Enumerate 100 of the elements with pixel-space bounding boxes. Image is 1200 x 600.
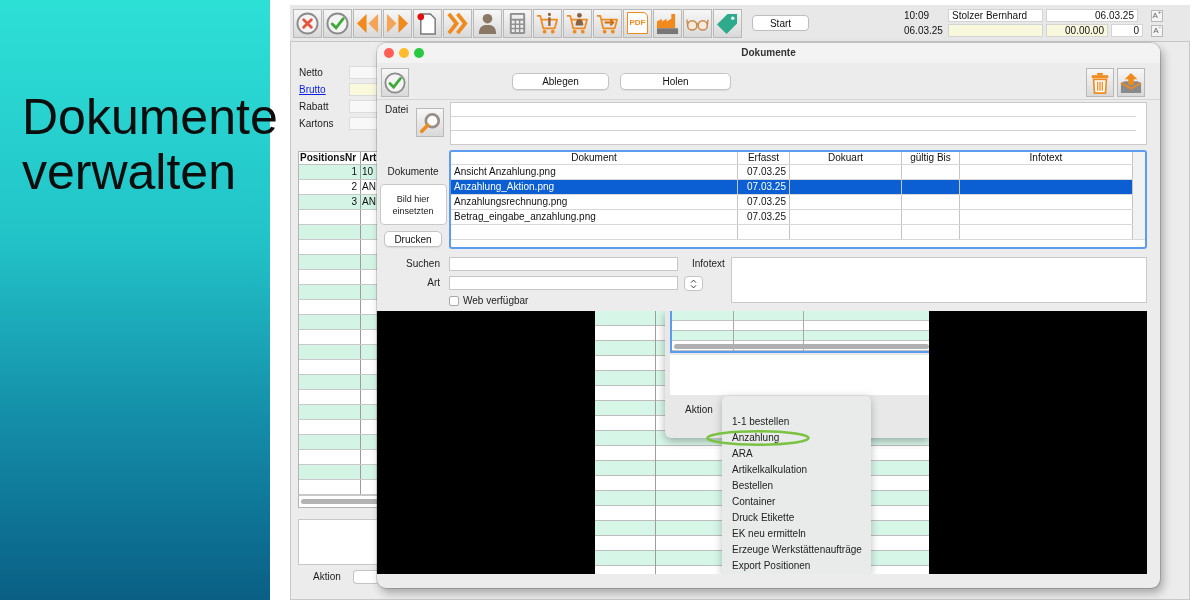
toolbar-button[interactable]	[713, 8, 742, 38]
table-row[interactable]	[299, 240, 377, 255]
start-button[interactable]: Start	[752, 15, 809, 31]
scrollbar-thumb[interactable]	[674, 344, 929, 349]
file-path-field[interactable]	[450, 102, 1147, 145]
menu-item[interactable]: Bestellen	[732, 478, 774, 494]
toolbar-button[interactable]	[683, 8, 712, 38]
maximize-icon[interactable]	[414, 48, 424, 58]
table-cell: 2	[299, 180, 361, 194]
table-row[interactable]	[299, 300, 377, 315]
table-cell: 07.03.25	[738, 180, 790, 194]
vertical-scrollbar[interactable]	[1133, 152, 1145, 240]
stepper-button[interactable]	[684, 276, 703, 291]
table-cell: AN	[361, 180, 377, 194]
table-row[interactable]	[299, 255, 377, 270]
table-row[interactable]	[299, 405, 377, 420]
person-icon	[476, 11, 499, 35]
table-row[interactable]	[299, 420, 377, 435]
trash-icon	[1089, 71, 1111, 94]
count-field[interactable]: 0	[1111, 24, 1143, 37]
print-button[interactable]: Drucken	[384, 231, 442, 247]
table-row[interactable]	[299, 315, 377, 330]
infotext-label: Infotext	[691, 257, 726, 271]
toolbar-button[interactable]	[533, 8, 562, 38]
table-row[interactable]	[299, 480, 377, 495]
image-drop-area[interactable]: Bild hier einsetzten	[379, 184, 447, 225]
table-row[interactable]: 3 AN	[299, 195, 377, 210]
table-row[interactable]	[299, 390, 377, 405]
table-row[interactable]: 1 10	[299, 165, 377, 180]
action-label: Aktion	[685, 404, 713, 416]
table-row[interactable]	[451, 225, 1133, 240]
table-row[interactable]: Anzahlung_Aktion.png 07.03.25	[451, 180, 1133, 195]
action-select[interactable]	[352, 570, 377, 584]
menu-item[interactable]: Export Positionen	[732, 558, 811, 574]
user-field[interactable]: Stolzer Bernhard	[948, 9, 1043, 22]
toolbar-button[interactable]	[293, 8, 322, 38]
search-button[interactable]	[416, 108, 444, 137]
font-size-button[interactable]: A$^{-}$	[1151, 24, 1163, 37]
time-field[interactable]: 00.00.00	[1046, 24, 1108, 37]
checkbox-label: Web verfügbar	[463, 295, 529, 307]
cancel-icon	[296, 11, 319, 35]
toolbar-button[interactable]	[443, 8, 472, 38]
scrollbar-thumb[interactable]	[301, 499, 377, 504]
dialog-button[interactable]: Holen	[620, 73, 731, 90]
menu-item[interactable]: Erzeuge Werkstättenaufträge	[732, 542, 862, 558]
infotext-field[interactable]	[731, 257, 1147, 303]
double-left-arrow-icon	[356, 11, 379, 35]
notes-field[interactable]	[298, 519, 377, 565]
date-field[interactable]: 06.03.25	[1046, 9, 1138, 22]
toolbar-button[interactable]	[383, 8, 412, 38]
column-header: Art	[361, 152, 377, 164]
menu-item[interactable]: EK neu ermitteln	[732, 526, 806, 542]
table-row[interactable]	[299, 465, 377, 480]
table-row[interactable]: 2 AN	[299, 180, 377, 195]
cart-person-icon	[566, 11, 589, 35]
confirm-button[interactable]	[381, 68, 409, 97]
toolbar-button[interactable]	[413, 8, 442, 38]
dialog-button[interactable]: Ablegen	[512, 73, 609, 90]
table-cell: 3	[299, 195, 361, 209]
column-header: Dokument	[451, 152, 738, 164]
menu-item[interactable]: 1-1 bestellen	[732, 414, 790, 430]
table-row[interactable]	[299, 375, 377, 390]
menu-item[interactable]: Artikelkalkulation	[732, 462, 808, 478]
toolbar-button[interactable]	[593, 8, 622, 38]
web-checkbox[interactable]	[449, 296, 459, 306]
minimize-icon[interactable]	[399, 48, 409, 58]
field-label: Kartons	[299, 117, 334, 130]
table-cell: Betrag_eingabe_anzahlung.png	[451, 210, 738, 224]
table-row[interactable]: Betrag_eingabe_anzahlung.png 07.03.25	[451, 210, 1133, 225]
menu-item[interactable]: ARA	[732, 446, 753, 462]
column-header: Erfasst	[738, 152, 790, 164]
toolbar-button[interactable]	[563, 8, 592, 38]
search-field[interactable]	[449, 257, 678, 271]
menu-item[interactable]: Container	[732, 494, 776, 510]
cart-info-icon	[536, 11, 559, 35]
table-row[interactable]	[299, 330, 377, 345]
table-row[interactable]	[299, 450, 377, 465]
table-row[interactable]	[299, 435, 377, 450]
menu-item[interactable]: Druck Etikette	[732, 510, 795, 526]
table-row[interactable]	[299, 210, 377, 225]
table-row[interactable]	[299, 345, 377, 360]
font-size-button[interactable]: A$^{+}$	[1151, 9, 1163, 22]
table-row[interactable]	[299, 225, 377, 240]
tray-arrow-up-icon	[1120, 71, 1142, 94]
table-row[interactable]	[299, 270, 377, 285]
type-label: Art	[426, 276, 441, 290]
table-row[interactable]	[299, 360, 377, 375]
toolbar-button[interactable]	[653, 8, 682, 38]
delete-button[interactable]	[1086, 68, 1114, 97]
upload-button[interactable]	[1117, 68, 1145, 97]
field-link[interactable]: Brutto	[299, 83, 326, 96]
table-row[interactable]	[299, 285, 377, 300]
input-field[interactable]	[948, 24, 1043, 37]
toolbar-button[interactable]	[353, 8, 382, 38]
type-field[interactable]	[449, 276, 678, 290]
toolbar-button[interactable]	[323, 8, 352, 38]
table-row[interactable]: Anzahlungsrechnung.png 07.03.25	[451, 195, 1133, 210]
close-icon[interactable]	[384, 48, 394, 58]
toolbar-button[interactable]	[473, 8, 502, 38]
toolbar-button[interactable]	[503, 8, 532, 38]
